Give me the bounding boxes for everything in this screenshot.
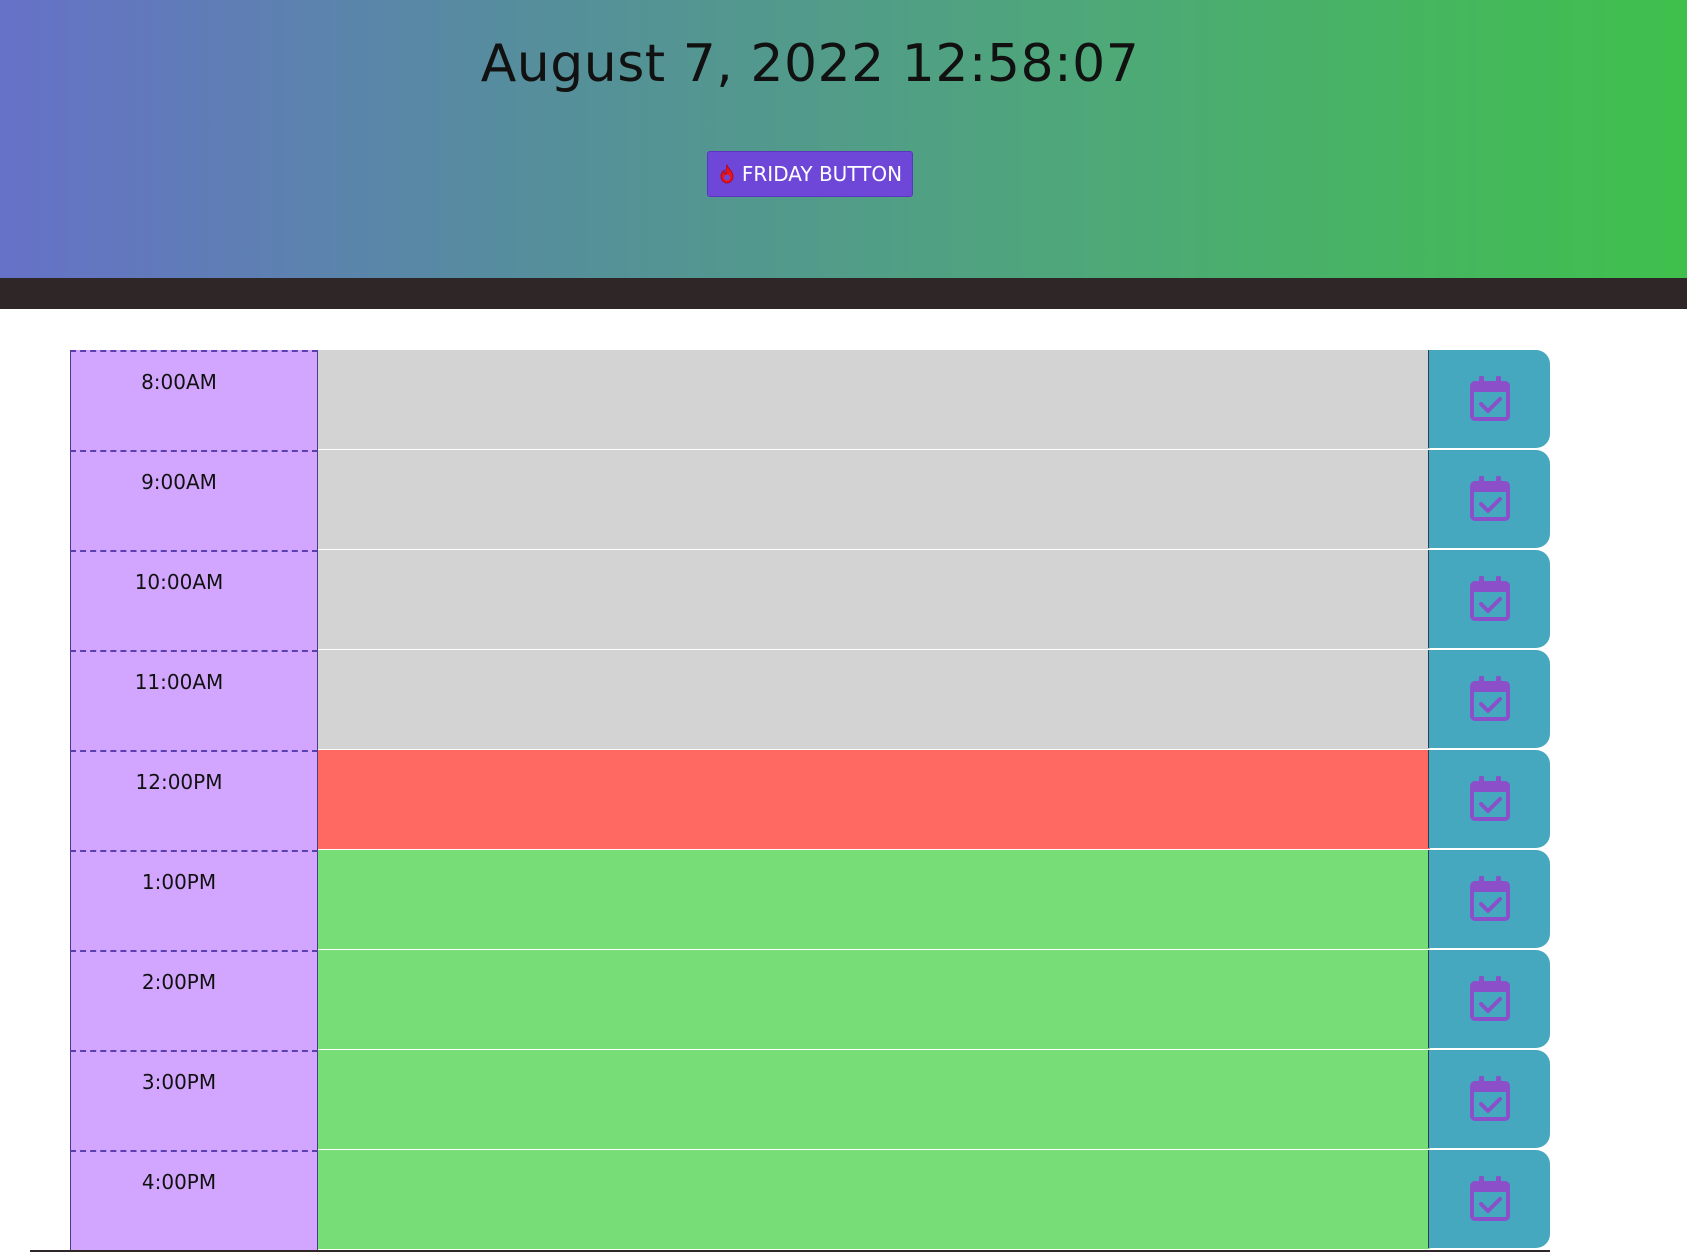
hour-label: 10:00AM: [134, 570, 224, 594]
save-button[interactable]: [1428, 950, 1550, 1048]
save-button[interactable]: [1428, 850, 1550, 948]
hour-label-cell: 9:00AM: [70, 450, 318, 550]
save-button[interactable]: [1428, 550, 1550, 648]
calendar-check-icon: [1469, 676, 1510, 721]
calendar-check-icon: [1469, 1176, 1510, 1221]
event-description-input[interactable]: [318, 950, 1430, 1050]
save-button[interactable]: [1428, 650, 1550, 748]
friday-button[interactable]: FRIDAY BUTTON: [707, 151, 913, 197]
planner: 8:00AM 9:00AM 10:00AM 11:00AM 12:00PM 1:00PM 2…: [70, 350, 1550, 1250]
hour-label: 11:00AM: [134, 670, 224, 694]
hour-label-cell: 1:00PM: [70, 850, 318, 950]
hour-label-cell: 4:00PM: [70, 1150, 318, 1250]
hour-label: 4:00PM: [141, 1170, 217, 1194]
calendar-check-icon: [1469, 976, 1510, 1021]
hour-label: 12:00PM: [135, 770, 223, 794]
event-description-input[interactable]: [318, 450, 1430, 550]
hour-label: 9:00AM: [141, 470, 217, 494]
header: August 7, 2022 12:58:07 FRIDAY BUTTON: [0, 0, 1687, 278]
current-datetime: August 7, 2022 12:58:07: [480, 34, 1140, 94]
hour-label: 2:00PM: [141, 970, 217, 994]
event-description-input[interactable]: [318, 1150, 1430, 1250]
hour-label-cell: 10:00AM: [70, 550, 318, 650]
hour-label-cell: 2:00PM: [70, 950, 318, 1050]
time-block-row: 10:00AM: [70, 550, 1550, 650]
event-description-input[interactable]: [318, 650, 1430, 750]
calendar-check-icon: [1469, 576, 1510, 621]
time-block-row: 3:00PM: [70, 1050, 1550, 1150]
calendar-check-icon: [1469, 376, 1510, 421]
hour-label-cell: 12:00PM: [70, 750, 318, 850]
time-block-row: 4:00PM: [70, 1150, 1550, 1250]
time-block-row: 2:00PM: [70, 950, 1550, 1050]
save-button[interactable]: [1428, 450, 1550, 548]
event-description-input[interactable]: [318, 1050, 1430, 1150]
time-block-row: 12:00PM: [70, 750, 1550, 850]
save-button[interactable]: [1428, 350, 1550, 448]
event-description-input[interactable]: [318, 850, 1430, 950]
calendar-check-icon: [1469, 776, 1510, 821]
calendar-check-icon: [1469, 876, 1510, 921]
calendar-check-icon: [1469, 1076, 1510, 1121]
save-button[interactable]: [1428, 1050, 1550, 1148]
hour-label: 8:00AM: [141, 370, 217, 394]
calendar-check-icon: [1469, 476, 1510, 521]
hour-label-cell: 11:00AM: [70, 650, 318, 750]
time-block-row: 11:00AM: [70, 650, 1550, 750]
event-description-input[interactable]: [318, 550, 1430, 650]
save-button[interactable]: [1428, 1150, 1550, 1248]
fire-icon: [720, 164, 734, 184]
hour-label: 1:00PM: [141, 870, 217, 894]
header-divider: [0, 278, 1687, 309]
time-block-row: 1:00PM: [70, 850, 1550, 950]
hour-label-cell: 3:00PM: [70, 1050, 318, 1150]
event-description-input[interactable]: [318, 350, 1430, 450]
friday-button-label: FRIDAY BUTTON: [741, 162, 903, 186]
hour-label-cell: 8:00AM: [70, 350, 318, 450]
time-block-row: 9:00AM: [70, 450, 1550, 550]
save-button[interactable]: [1428, 750, 1550, 848]
event-description-input[interactable]: [318, 750, 1430, 850]
time-block-row: 8:00AM: [70, 350, 1550, 450]
hour-label: 3:00PM: [141, 1070, 217, 1094]
